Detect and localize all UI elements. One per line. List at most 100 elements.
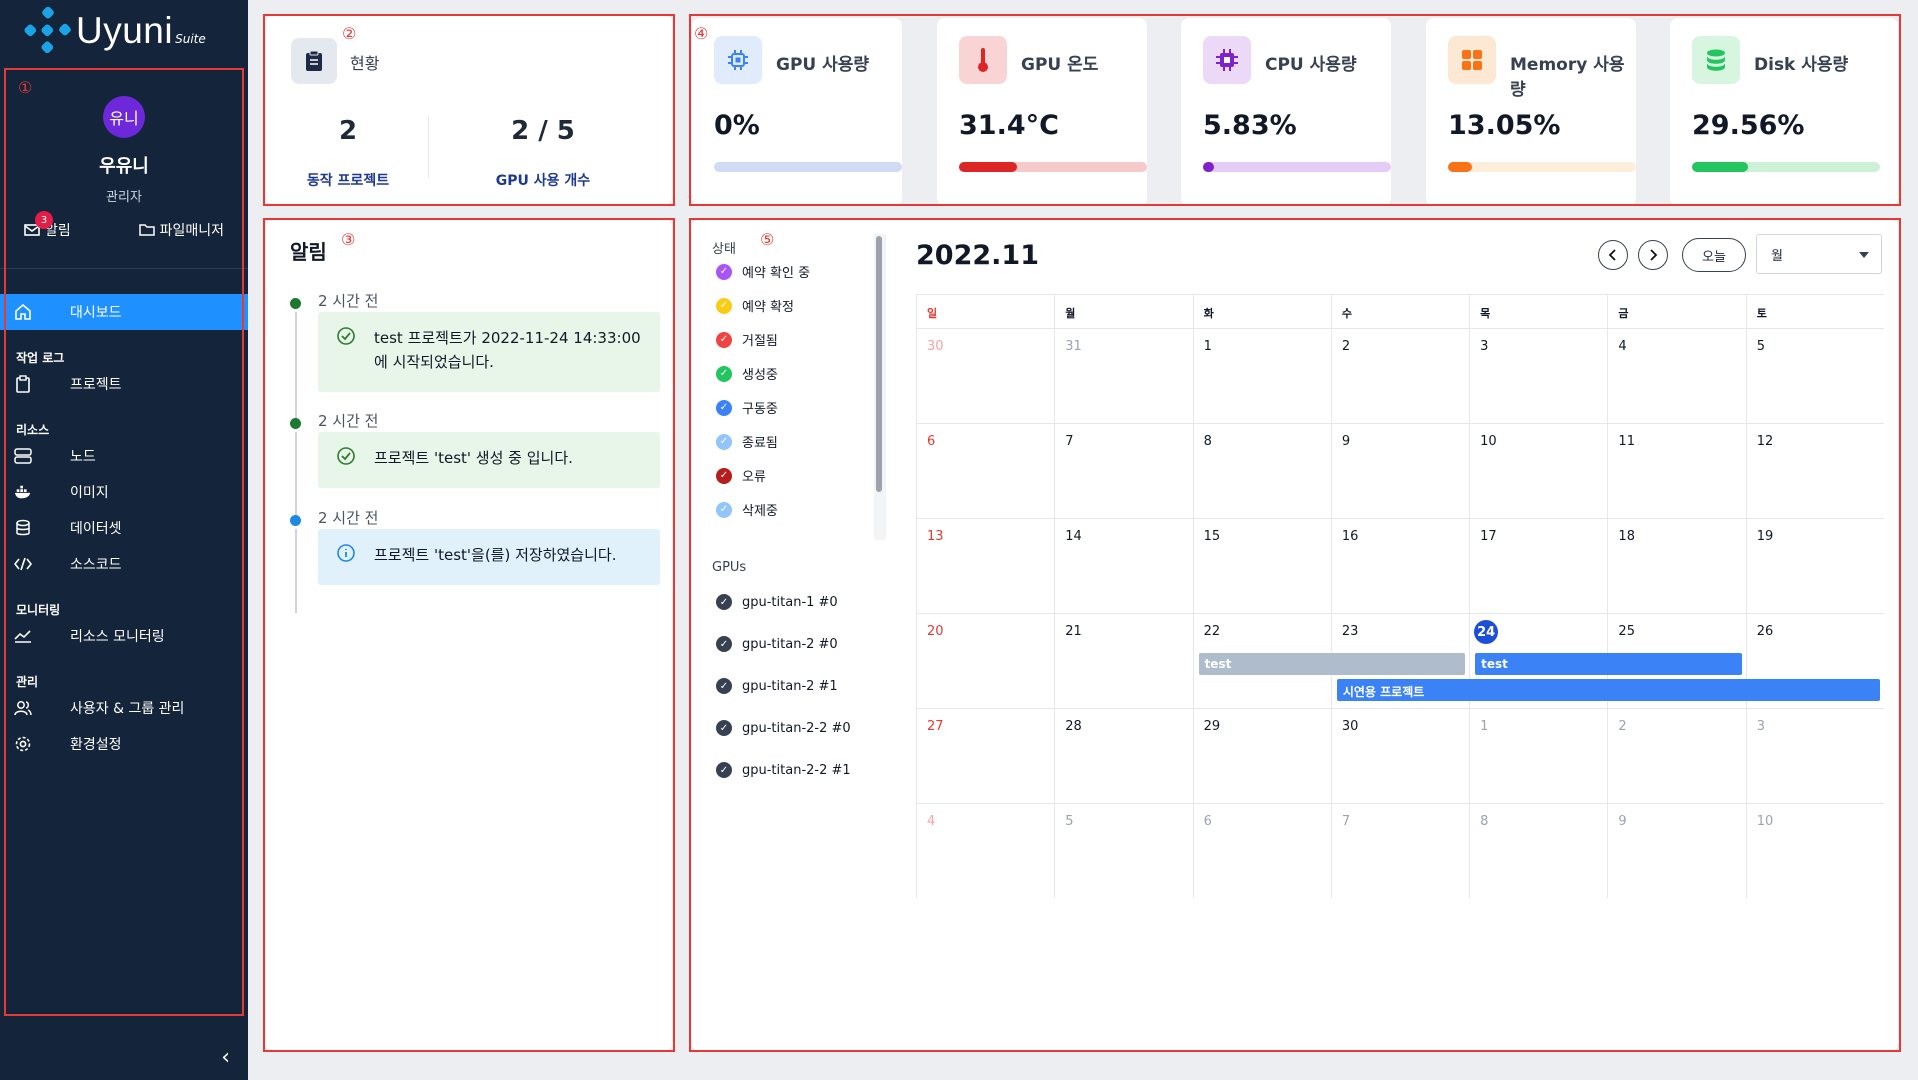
calendar-day[interactable]: 3 (1745, 708, 1884, 803)
status-legend-item[interactable]: ✓ 예약 확인 중 (716, 262, 810, 281)
calendar-event[interactable]: 시연용 프로젝트 (1336, 679, 1880, 701)
calendar-day[interactable]: 16 (1330, 518, 1470, 613)
timeline-dot (290, 298, 301, 309)
calendar-day[interactable]: 28 (1054, 708, 1193, 803)
calendar-day[interactable]: 8 (1469, 803, 1608, 898)
user-name: 우유니 (99, 156, 149, 177)
gpu-item[interactable]: ✓ gpu-titan-1 #0 (716, 594, 838, 610)
calendar-day[interactable]: 9 (1330, 423, 1470, 518)
calendar-day[interactable]: 7 (1330, 803, 1470, 898)
day-number: 16 (1341, 529, 1359, 544)
sidebar-item-dataset[interactable]: 데이터셋 (0, 510, 248, 546)
brand-suite: Suite (175, 32, 206, 46)
sidebar-item-source[interactable]: 소스코드 (0, 546, 248, 582)
calendar-day[interactable]: 11 (1607, 423, 1746, 518)
calendar-day[interactable]: 31 (1054, 328, 1193, 423)
gpu-item[interactable]: ✓ gpu-titan-2-2 #0 (716, 720, 851, 736)
avatar[interactable]: 유니 (103, 96, 145, 138)
gpu-item[interactable]: ✓ gpu-titan-2 #1 (716, 678, 838, 694)
calendar-day[interactable]: 30 (1330, 708, 1470, 803)
status-legend-item[interactable]: ✓ 구동중 (716, 398, 778, 417)
calendar-day[interactable]: 15 (1192, 518, 1331, 613)
calendar-day[interactable]: 9 (1607, 803, 1746, 898)
calendar-day[interactable]: 13 (916, 518, 1055, 613)
calendar-day[interactable]: 4 (916, 803, 1055, 898)
calendar-day[interactable]: 4 (1607, 328, 1746, 423)
alert-time: 2 시간 전 (318, 292, 379, 310)
sidebar-item-settings[interactable]: 환경설정 (0, 726, 248, 762)
calendar-day[interactable]: 29 (1192, 708, 1331, 803)
today-button[interactable]: 오늘 (1682, 238, 1746, 272)
sidebar-item-resource-monitor[interactable]: 리소스 모니터링 (0, 618, 248, 654)
calendar-day[interactable]: 7 (1054, 423, 1193, 518)
alert-message[interactable]: 프로젝트 'test' 생성 중 입니다. (318, 432, 660, 488)
metric-card: CPU 사용량 5.83% (1181, 18, 1391, 206)
day-number: 2 (1341, 339, 1351, 354)
alert-message[interactable]: test 프로젝트가 2022-11-24 14:33:00 에 시작되었습니다… (318, 312, 660, 392)
alert-time: 2 시간 전 (318, 412, 379, 430)
status-legend-item[interactable]: ✓ 예약 확정 (716, 296, 794, 315)
status-label: 예약 확인 중 (742, 266, 811, 281)
status-legend-item[interactable]: ✓ 삭제중 (716, 500, 778, 519)
calendar-day[interactable]: 5 (1054, 803, 1193, 898)
gpu-label: gpu-titan-2-2 #1 (742, 762, 851, 778)
sidebar-item-node[interactable]: 노드 (0, 438, 248, 474)
gpu-item[interactable]: ✓ gpu-titan-2-2 #1 (716, 762, 851, 778)
calendar-day[interactable]: 17 (1469, 518, 1608, 613)
collapse-sidebar-icon[interactable]: ‹ (221, 1045, 230, 1070)
calendar-day[interactable]: 5 (1745, 328, 1884, 423)
status-label: 생성중 (742, 368, 778, 383)
brand-logo[interactable]: Uyuni Suite (23, 5, 206, 55)
calendar-day[interactable]: 6 (916, 423, 1055, 518)
gpu-label: gpu-titan-2 #1 (742, 678, 838, 694)
sidebar-item-project[interactable]: 프로젝트 (0, 366, 248, 402)
calendar-day[interactable]: 10 (1469, 423, 1608, 518)
prev-month-button[interactable] (1598, 240, 1628, 270)
status-legend-item[interactable]: ✓ 오류 (716, 466, 766, 485)
calendar-day[interactable]: 30 (916, 328, 1055, 423)
calendar-day[interactable]: 18 (1607, 518, 1746, 613)
chip-icon (714, 36, 762, 84)
calendar-day[interactable]: 1 (1469, 708, 1608, 803)
calendar-title: 2022.11 (916, 240, 1039, 271)
next-month-button[interactable] (1638, 240, 1668, 270)
day-number: 9 (1618, 814, 1627, 829)
calendar-event[interactable]: test (1198, 653, 1466, 675)
status-legend-item[interactable]: ✓ 거절됨 (716, 330, 778, 349)
calendar-event[interactable]: test (1475, 653, 1742, 675)
calendar-day[interactable]: 2 (1330, 328, 1470, 423)
calendar-day[interactable]: 20 (916, 613, 1055, 708)
status-legend-item[interactable]: ✓ 생성중 (716, 364, 778, 383)
check-circle-icon: ✓ (716, 762, 732, 778)
gpu-item[interactable]: ✓ gpu-titan-2 #0 (716, 636, 838, 652)
day-number: 30 (1341, 719, 1359, 734)
sidebar-item-dashboard[interactable]: 대시보드 (0, 294, 248, 330)
calendar-day[interactable]: 3 (1469, 328, 1608, 423)
calendar-day[interactable]: 14 (1054, 518, 1193, 613)
calendar-day[interactable]: 8 (1192, 423, 1331, 518)
annotation-marker-5: ⑤ (760, 230, 775, 249)
status-label: 구동중 (742, 402, 778, 417)
gpus-title: GPUs (712, 560, 747, 575)
calendar-day[interactable]: 12 (1745, 423, 1884, 518)
day-number: 27 (927, 719, 944, 734)
day-number: 6 (1203, 814, 1212, 829)
calendar-day[interactable]: 27 (916, 708, 1055, 803)
file-manager-button[interactable]: 파일매니저 (138, 220, 224, 240)
sidebar-item-image[interactable]: 이미지 (0, 474, 248, 510)
calendar-day[interactable]: 21 (1054, 613, 1193, 708)
view-select-value: 월 (1771, 248, 1783, 264)
view-select[interactable]: 월 (1756, 234, 1882, 274)
legend-scrollbar-thumb[interactable] (876, 236, 882, 492)
calendar-day[interactable]: 6 (1192, 803, 1331, 898)
calendar-day[interactable]: 19 (1745, 518, 1884, 613)
calendar-day[interactable]: 2 (1607, 708, 1746, 803)
day-number: 2 (1618, 719, 1627, 734)
status-legend-item[interactable]: ✓ 종료됨 (716, 432, 778, 451)
calendar-day[interactable]: 10 (1745, 803, 1884, 898)
alert-message[interactable]: 프로젝트 'test'을(를) 저장하였습니다. (318, 529, 660, 585)
metric-card: GPU 온도 31.4°C (937, 18, 1147, 206)
sidebar-item-users[interactable]: 사용자 & 그룹 관리 (0, 690, 248, 726)
alerts-button[interactable]: 3 알림 (24, 211, 71, 240)
calendar-day[interactable]: 1 (1192, 328, 1331, 423)
